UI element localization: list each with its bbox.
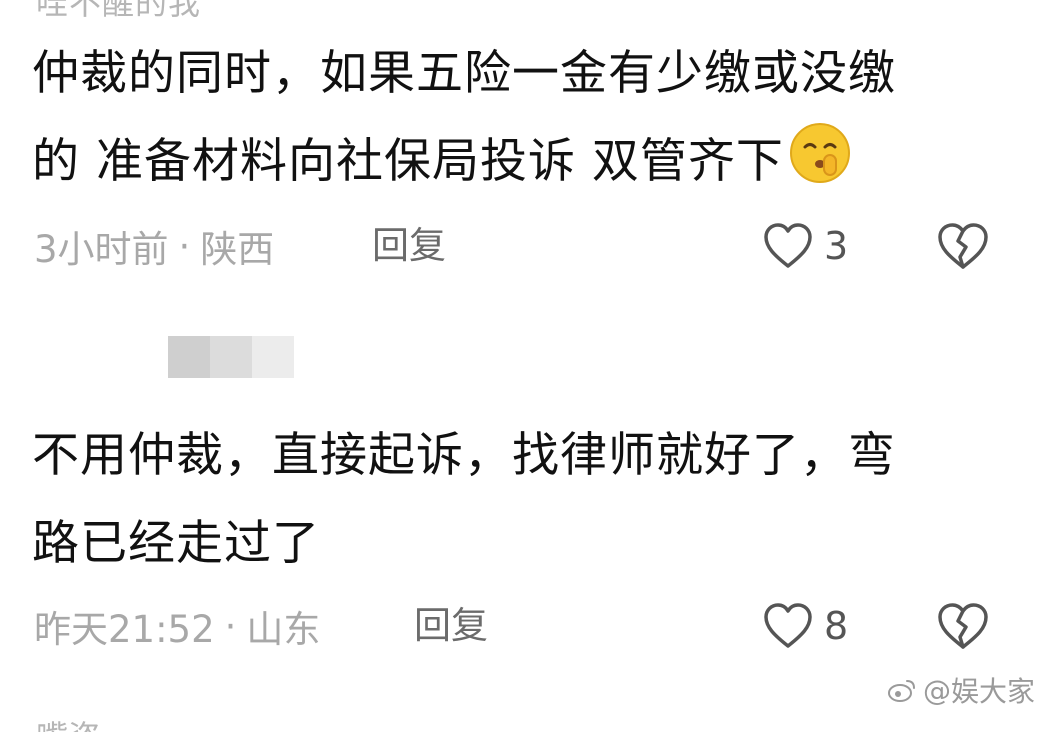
watermark-prefix: @ <box>922 673 951 707</box>
like-count: 8 <box>824 604 849 648</box>
comment-line-with-emoji: 的 准备材料向社保局投诉 双管齐下 <box>32 118 1022 206</box>
comment-time: 3小时前 <box>34 228 169 271</box>
comment-location: 山东 <box>246 608 321 651</box>
comment-meta: 3小时前 · 陕西 <box>34 218 274 274</box>
reply-button[interactable]: 回复 <box>414 598 488 654</box>
dislike-button[interactable] <box>936 598 990 654</box>
like-button[interactable]: 8 <box>762 598 848 654</box>
weibo-icon <box>887 680 915 702</box>
reply-button[interactable]: 回复 <box>372 218 446 274</box>
comment-body: 不用仲裁，直接起诉，找律师就好了，弯 路已经走过了 <box>32 412 1022 588</box>
broken-heart-icon <box>938 603 988 649</box>
comment-body: 仲裁的同时，如果五险一金有少缴或没缴 的 准备材料向社保局投诉 双管齐下 <box>32 30 1022 206</box>
next-comment-partial-text: 嘴姿 <box>36 712 100 732</box>
comment-line: 不用仲裁，直接起诉，找律师就好了，弯 <box>32 428 896 483</box>
comment-line: 路已经走过了 <box>32 516 320 571</box>
comment-line: 仲裁的同时，如果五险一金有少缴或没缴 <box>32 46 896 101</box>
meta-separator: · <box>224 604 237 648</box>
watermark: @ 娱大家 <box>887 670 1035 710</box>
shushing-face-emoji-icon <box>789 123 850 183</box>
like-count: 3 <box>824 224 849 268</box>
heart-icon <box>764 223 812 268</box>
heart-icon <box>764 603 812 648</box>
comment-thread: 哇不醒的我 仲裁的同时，如果五险一金有少缴或没缴 的 准备材料向社保局投诉 双管… <box>0 0 1057 732</box>
dislike-button[interactable] <box>936 218 990 274</box>
comment-line: 的 准备材料向社保局投诉 双管齐下 <box>32 134 784 189</box>
blurred-username <box>168 336 294 378</box>
meta-separator: · <box>178 224 191 268</box>
broken-heart-icon <box>938 223 988 269</box>
comment-location: 陕西 <box>200 228 275 271</box>
like-button[interactable]: 3 <box>762 218 848 274</box>
comment-time: 昨天21:52 <box>34 608 215 651</box>
comment-meta: 昨天21:52 · 山东 <box>34 598 320 654</box>
watermark-text: 娱大家 <box>950 675 1035 708</box>
previous-comment-partial-text: 哇不醒的我 <box>36 0 202 22</box>
